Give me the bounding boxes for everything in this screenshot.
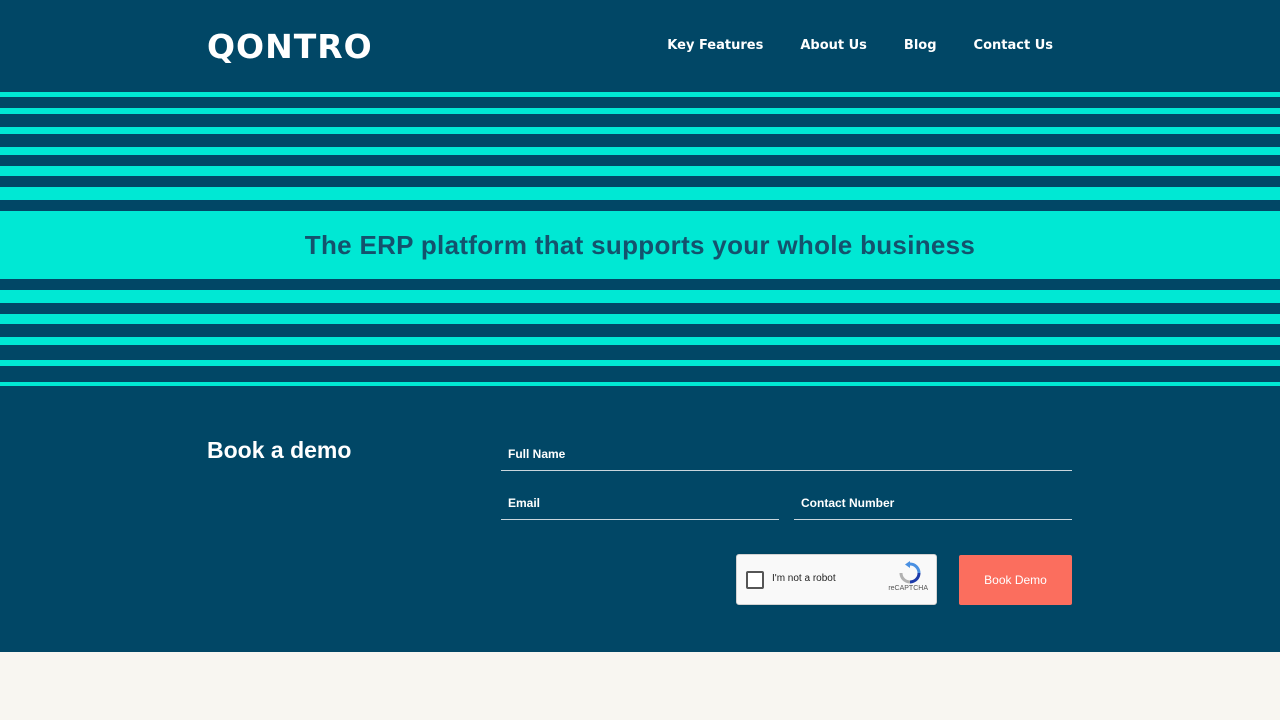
decorative-stripe (0, 360, 1280, 366)
book-demo-title: Book a demo (207, 437, 352, 463)
hero-band: The ERP platform that supports your whol… (0, 211, 1280, 279)
full-name-input[interactable] (501, 437, 1072, 470)
nav-key-features[interactable]: Key Features (667, 38, 763, 54)
recaptcha-widget: I'm not a robot reCAPTCHA (736, 554, 937, 605)
book-demo-button[interactable]: Book Demo (959, 555, 1072, 605)
email-input[interactable] (501, 486, 779, 519)
decorative-stripe (0, 290, 1280, 303)
recaptcha-icon (899, 561, 921, 584)
email-field (501, 486, 779, 520)
decorative-stripe (0, 337, 1280, 345)
nav-contact-us[interactable]: Contact Us (974, 38, 1053, 54)
recaptcha-brand: reCAPTCHA (888, 585, 928, 592)
full-name-field (501, 437, 1072, 471)
book-demo-section: Book a demo I'm not a robot reCAPTCHA Bo… (0, 388, 1280, 652)
recaptcha-checkbox[interactable] (746, 571, 764, 589)
decorative-stripe (0, 147, 1280, 155)
page: QONTRO Key Features About Us Blog Contac… (0, 0, 1280, 720)
nav-blog[interactable]: Blog (904, 38, 937, 54)
site-header: QONTRO Key Features About Us Blog Contac… (0, 0, 1280, 92)
recaptcha-label: I'm not a robot (772, 573, 836, 584)
hero-title: The ERP platform that supports your whol… (304, 230, 976, 260)
contact-number-input[interactable] (794, 486, 1072, 519)
decorative-stripe (0, 166, 1280, 176)
logo[interactable]: QONTRO (207, 27, 373, 67)
hero-section: The ERP platform that supports your whol… (0, 92, 1280, 388)
page-bottom-area (0, 652, 1280, 720)
contact-number-field (794, 486, 1072, 520)
nav-about-us[interactable]: About Us (800, 38, 867, 54)
decorative-stripe (0, 187, 1280, 200)
decorative-stripe (0, 92, 1280, 97)
decorative-stripe (0, 108, 1280, 114)
main-nav: Key Features About Us Blog Contact Us (630, 38, 1053, 54)
decorative-stripe (0, 127, 1280, 134)
decorative-stripe (0, 382, 1280, 386)
decorative-stripe (0, 314, 1280, 324)
